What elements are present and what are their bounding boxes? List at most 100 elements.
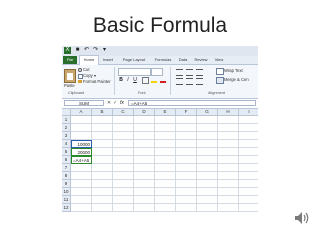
grid-cell[interactable] xyxy=(218,196,239,204)
column-header[interactable]: F xyxy=(176,109,197,116)
grid-cell[interactable] xyxy=(155,180,176,188)
grid-cell[interactable] xyxy=(92,172,113,180)
grid-cell[interactable] xyxy=(71,196,92,204)
grid-cell[interactable] xyxy=(218,124,239,132)
grid-cell[interactable] xyxy=(197,124,218,132)
grid-cell[interactable] xyxy=(92,188,113,196)
grid-cell[interactable] xyxy=(113,124,134,132)
grid-cell[interactable] xyxy=(218,148,239,156)
grid-cell[interactable] xyxy=(218,116,239,124)
row-header[interactable]: 2 xyxy=(62,124,71,132)
grid-cell[interactable] xyxy=(197,188,218,196)
grid-cell[interactable] xyxy=(134,188,155,196)
grid-cell[interactable] xyxy=(71,116,92,124)
grid-cell[interactable] xyxy=(218,140,239,148)
scissors-icon[interactable] xyxy=(78,68,82,72)
grid-cell[interactable] xyxy=(155,196,176,204)
grid-cell[interactable] xyxy=(155,164,176,172)
grid-cell[interactable] xyxy=(155,132,176,140)
grid-cell[interactable] xyxy=(113,132,134,140)
grid-cell[interactable] xyxy=(134,124,155,132)
grid-cell[interactable] xyxy=(71,188,92,196)
grid-cell[interactable] xyxy=(134,116,155,124)
column-header[interactable]: C xyxy=(113,109,134,116)
grid-cell[interactable] xyxy=(218,172,239,180)
align-bottom-icon[interactable] xyxy=(196,69,203,76)
column-header[interactable]: G xyxy=(197,109,218,116)
grid-cell[interactable] xyxy=(71,172,92,180)
row-header[interactable]: 10 xyxy=(62,188,71,196)
align-right-icon[interactable] xyxy=(196,78,203,85)
grid-cell[interactable] xyxy=(239,164,258,172)
grid-cell[interactable] xyxy=(239,140,258,148)
row-header[interactable]: 12 xyxy=(62,204,71,212)
tab-formulas[interactable]: Formulas xyxy=(152,56,174,64)
paste-icon[interactable] xyxy=(64,69,76,83)
wrap-text-button[interactable]: Wrap Text xyxy=(224,68,243,73)
tab-review[interactable]: Review xyxy=(192,56,210,64)
grid-cell[interactable] xyxy=(71,132,92,140)
tab-home[interactable]: Home xyxy=(79,55,99,65)
grid-cell[interactable] xyxy=(92,204,113,212)
grid-cell[interactable] xyxy=(113,164,134,172)
row-header[interactable]: 7 xyxy=(62,164,71,172)
font-name-field[interactable] xyxy=(118,68,151,76)
column-header[interactable]: D xyxy=(134,109,155,116)
grid-cell[interactable] xyxy=(134,204,155,212)
grid-cell[interactable] xyxy=(218,188,239,196)
grid-cell[interactable] xyxy=(176,188,197,196)
cell-a4[interactable]: 10000 xyxy=(71,140,92,148)
format-painter-button[interactable]: Format Painter xyxy=(83,79,111,84)
bold-button[interactable]: B xyxy=(118,77,124,83)
row-header[interactable]: 1 xyxy=(62,116,71,124)
formula-input[interactable]: =A4+A5 xyxy=(128,100,256,106)
speaker-icon[interactable] xyxy=(294,211,310,225)
grid-cell[interactable] xyxy=(155,140,176,148)
grid-cell[interactable] xyxy=(176,204,197,212)
underline-button[interactable]: U xyxy=(132,77,138,83)
grid-cell[interactable] xyxy=(239,132,258,140)
grid-cell[interactable] xyxy=(92,196,113,204)
grid-cell[interactable] xyxy=(113,180,134,188)
grid-cell[interactable] xyxy=(176,132,197,140)
grid-cell[interactable] xyxy=(197,148,218,156)
align-top-icon[interactable] xyxy=(176,69,183,76)
paste-label[interactable]: Paste xyxy=(64,83,75,88)
grid-cell[interactable] xyxy=(113,204,134,212)
customize-qat-icon[interactable]: ▾ xyxy=(101,47,108,54)
save-icon[interactable]: ■ xyxy=(74,47,81,54)
grid-cell[interactable] xyxy=(176,180,197,188)
grid-cell[interactable] xyxy=(176,116,197,124)
grid-cell[interactable] xyxy=(197,132,218,140)
enter-icon[interactable]: ✓ xyxy=(113,100,117,107)
grid-cell[interactable] xyxy=(113,116,134,124)
grid-cell[interactable] xyxy=(92,156,113,164)
grid-cell[interactable] xyxy=(176,148,197,156)
grid-cell[interactable] xyxy=(176,156,197,164)
fill-color-icon[interactable] xyxy=(151,77,157,83)
wrap-text-icon[interactable] xyxy=(216,68,224,75)
grid-cell[interactable] xyxy=(92,180,113,188)
column-header[interactable]: B xyxy=(92,109,113,116)
grid-cell[interactable] xyxy=(197,180,218,188)
align-left-icon[interactable] xyxy=(176,78,183,85)
tab-file[interactable]: File xyxy=(63,56,77,64)
select-all-corner[interactable] xyxy=(62,109,71,116)
grid-cell[interactable] xyxy=(197,116,218,124)
excel-app-icon[interactable]: X xyxy=(64,47,71,54)
grid-cell[interactable] xyxy=(134,196,155,204)
insert-function-icon[interactable]: fx xyxy=(120,100,124,107)
name-box[interactable]: SUM xyxy=(64,100,104,106)
grid-cell[interactable] xyxy=(113,148,134,156)
borders-icon[interactable] xyxy=(142,77,149,84)
grid-cell[interactable] xyxy=(71,204,92,212)
tab-data[interactable]: Data xyxy=(176,56,190,64)
grid-cell[interactable] xyxy=(134,148,155,156)
grid-cell[interactable] xyxy=(92,164,113,172)
grid-cell[interactable] xyxy=(218,156,239,164)
grid-cell[interactable] xyxy=(155,148,176,156)
redo-icon[interactable]: ↷ xyxy=(92,47,99,54)
row-header[interactable]: 9 xyxy=(62,180,71,188)
copy-button[interactable]: Copy ▾ xyxy=(83,73,96,78)
grid-cell[interactable] xyxy=(134,140,155,148)
